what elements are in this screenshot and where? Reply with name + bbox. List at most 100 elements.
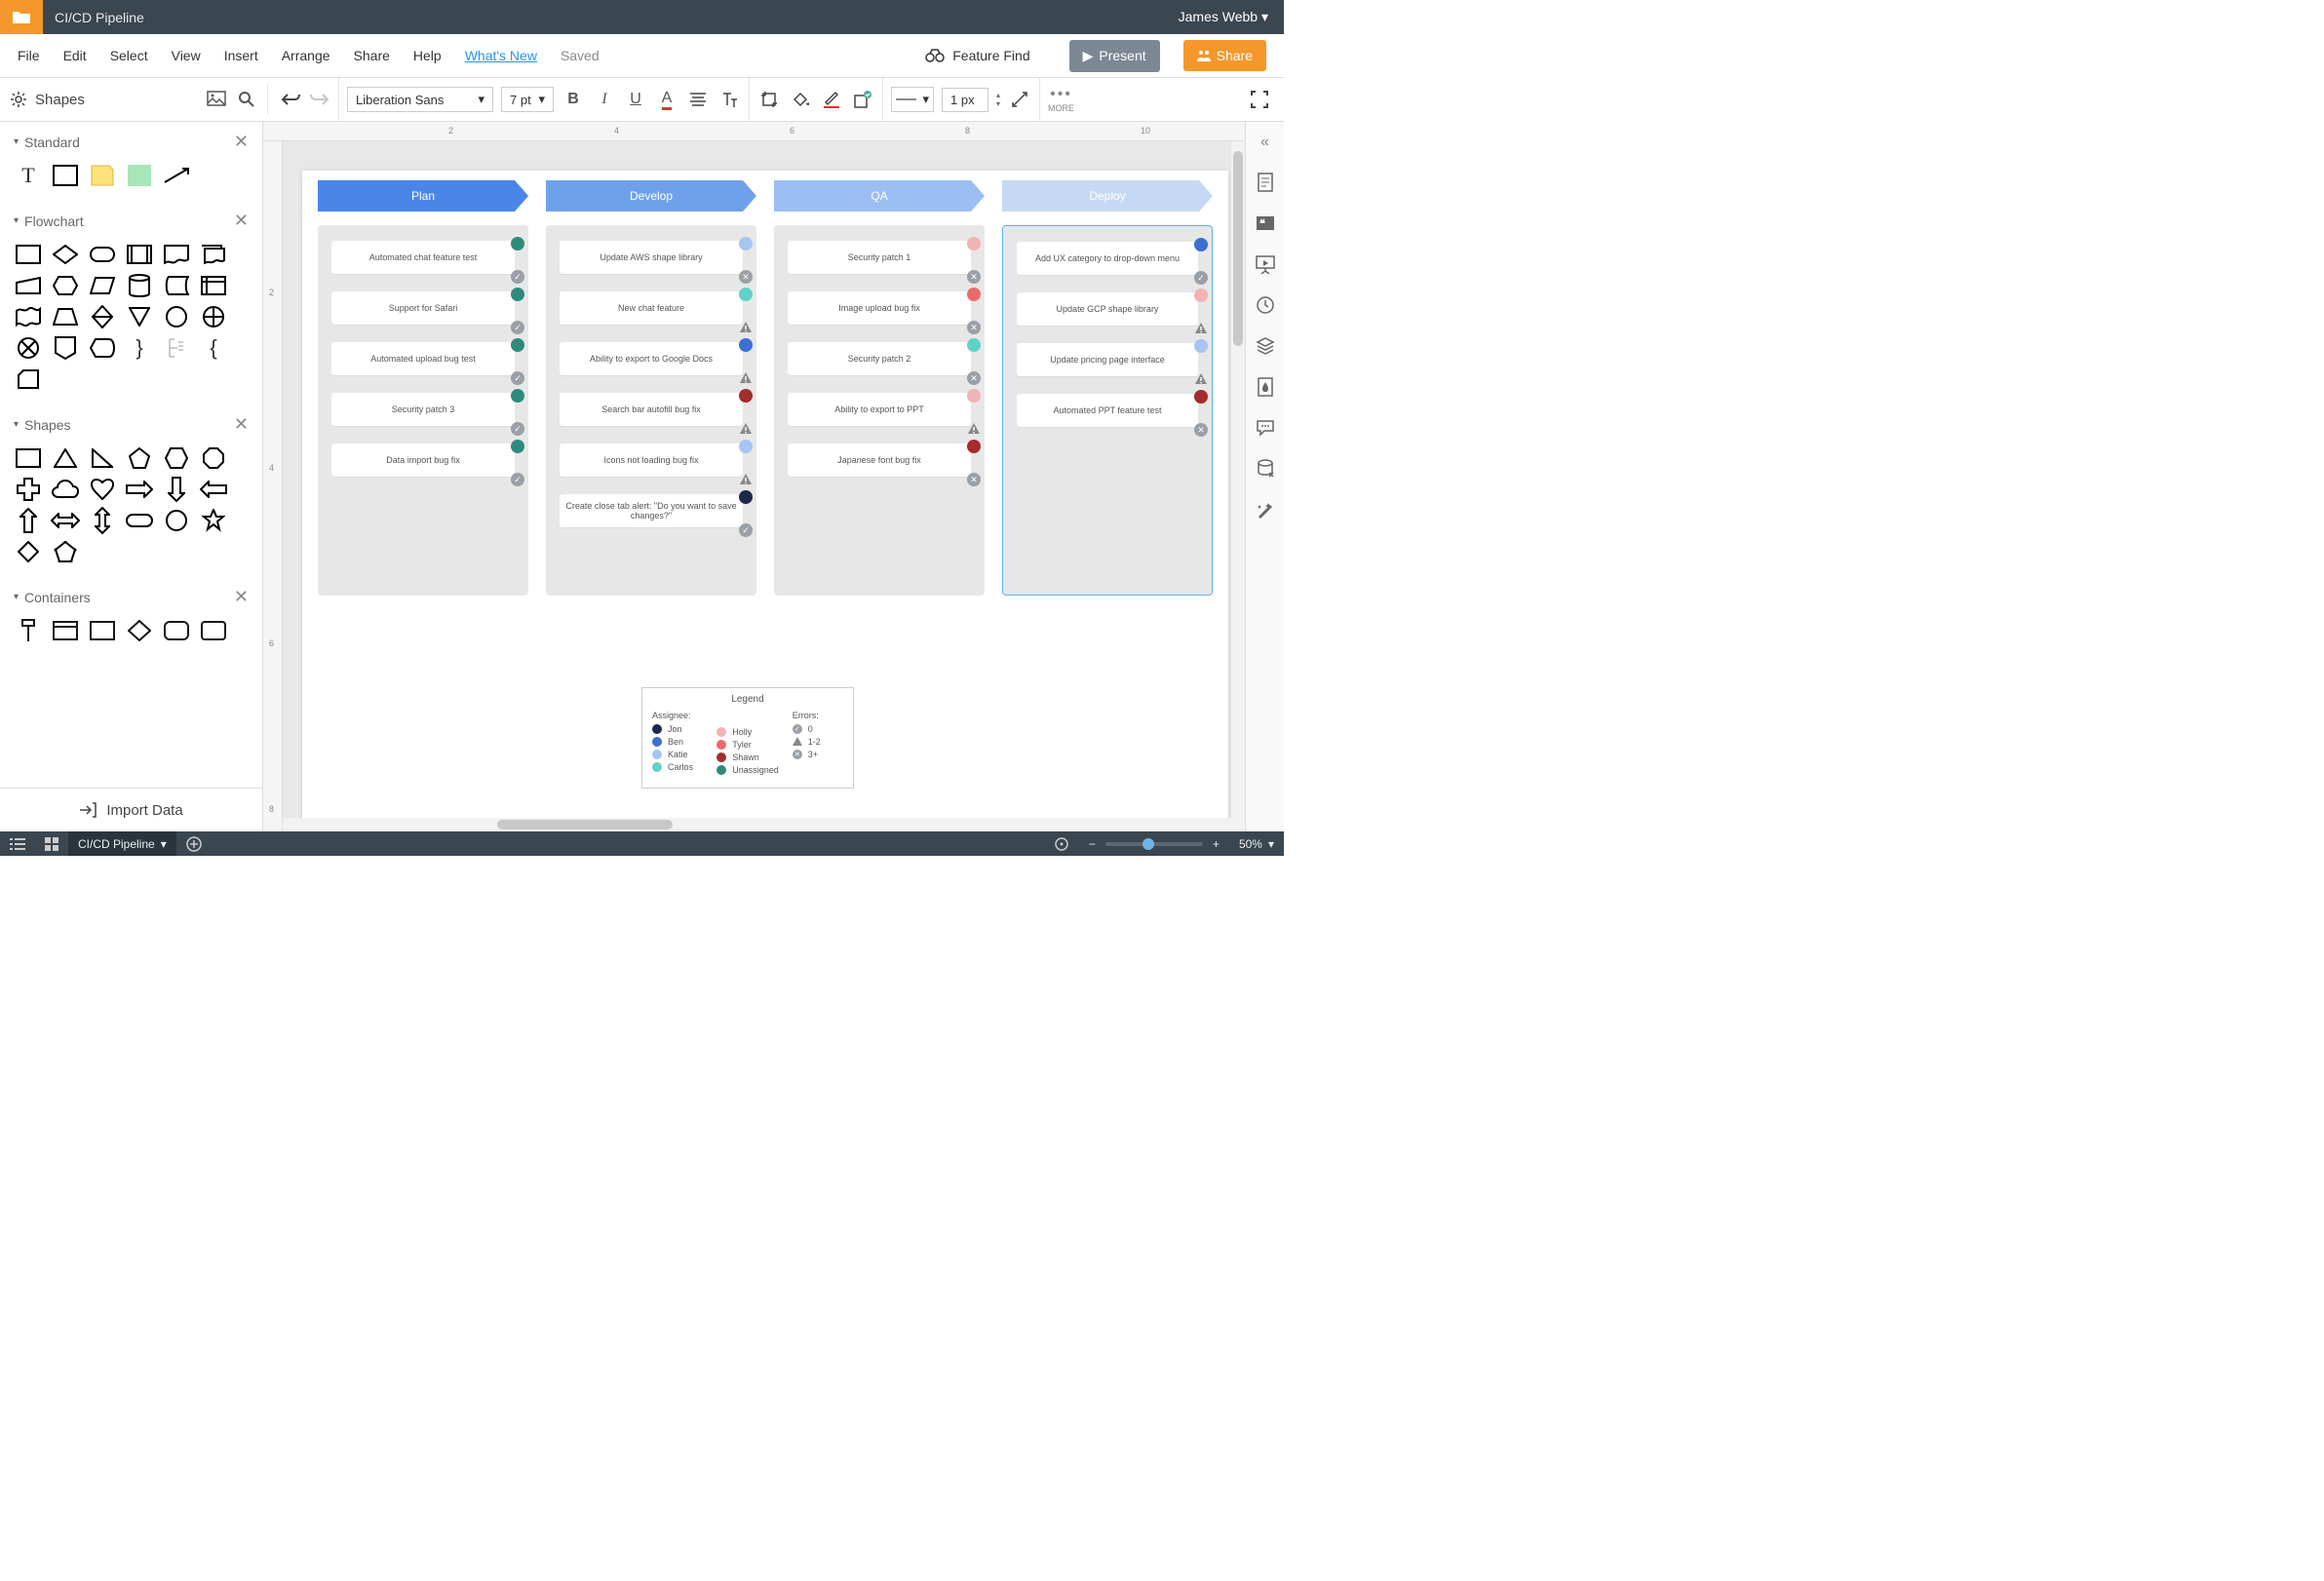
grid-view-icon[interactable] (35, 831, 68, 856)
underline-button[interactable]: U (624, 88, 647, 111)
kanban-card[interactable]: New chat feature (560, 291, 743, 325)
kanban-card[interactable]: Support for Safari✓ (331, 291, 515, 325)
menu-whats-new[interactable]: What's New (465, 48, 537, 63)
fc-summing[interactable] (199, 305, 228, 328)
fc-terminator[interactable] (88, 243, 117, 266)
menu-arrange[interactable]: Arrange (282, 48, 330, 63)
note-shape[interactable] (88, 164, 117, 187)
kanban-card[interactable]: Security patch 2✕ (788, 342, 971, 375)
user-menu[interactable]: James Webb ▾ (1179, 9, 1268, 25)
crop-button[interactable] (757, 88, 781, 111)
zoom-out-button[interactable]: − (1079, 831, 1105, 856)
fc-stored-data[interactable] (162, 274, 191, 297)
bs-cloud[interactable] (51, 478, 80, 501)
font-family-dropdown[interactable]: Liberation Sans▾ (347, 87, 493, 112)
bs-polygon[interactable] (51, 540, 80, 563)
kanban-card[interactable]: Update AWS shape library✕ (560, 241, 743, 274)
align-button[interactable] (686, 88, 710, 111)
page-icon[interactable] (1256, 173, 1275, 192)
menu-share[interactable]: Share (354, 48, 390, 63)
line-width-dropdown[interactable]: 1 px (942, 88, 988, 112)
kanban-card[interactable]: Ability to export to Google Docs (560, 342, 743, 375)
target-icon[interactable] (1044, 831, 1079, 856)
text-shape[interactable]: T (14, 164, 43, 187)
column-header-arrow[interactable]: Plan (318, 180, 528, 212)
fc-manual-input[interactable] (14, 274, 43, 297)
fc-display[interactable] (88, 336, 117, 360)
present-button[interactable]: ▶ Present (1069, 40, 1160, 72)
fc-note[interactable] (162, 336, 191, 360)
bs-octagon[interactable] (199, 446, 228, 470)
kanban-card[interactable]: Search bar autofill bug fix (560, 393, 743, 426)
redo-icon[interactable] (309, 92, 330, 107)
bs-arrow-right[interactable] (125, 478, 154, 501)
app-logo[interactable] (0, 0, 43, 34)
kanban-card[interactable]: Image upload bug fix✕ (788, 291, 971, 325)
comment-icon[interactable] (1256, 418, 1275, 438)
bs-double-v[interactable] (88, 509, 117, 532)
category-shapes[interactable]: ▾Shapes✕ (0, 405, 262, 441)
bs-triangle[interactable] (51, 446, 80, 470)
bold-button[interactable]: B (562, 88, 585, 111)
fc-sort[interactable] (88, 305, 117, 328)
fc-brace-open[interactable]: { (199, 336, 228, 360)
category-containers[interactable]: ▾Containers✕ (0, 577, 262, 613)
kanban-column[interactable]: Develop Update AWS shape library✕ New cha… (546, 180, 756, 596)
column-body[interactable]: Add UX category to drop-down menu✓Update… (1002, 225, 1213, 596)
italic-button[interactable]: I (593, 88, 616, 111)
ct-6[interactable] (199, 619, 228, 642)
fc-cylinder[interactable] (125, 274, 154, 297)
collapse-rail-icon[interactable]: « (1260, 134, 1269, 151)
fc-document[interactable] (162, 243, 191, 266)
bs-pentagon[interactable] (125, 446, 154, 470)
rect-shape[interactable] (51, 164, 80, 187)
document-tab[interactable]: CI/CD Pipeline ▾ (68, 831, 176, 856)
scroll-thumb[interactable] (497, 820, 673, 829)
more-button[interactable]: ••• MORE (1048, 86, 1074, 113)
bs-diamond2[interactable] (14, 540, 43, 563)
fc-predefined[interactable] (125, 243, 154, 266)
text-style-button[interactable] (717, 88, 741, 111)
document-title[interactable]: CI/CD Pipeline (55, 10, 144, 25)
zoom-in-button[interactable]: + (1203, 831, 1229, 856)
bs-star[interactable] (199, 509, 228, 532)
column-header-arrow[interactable]: Deploy (1002, 180, 1213, 212)
bs-heart[interactable] (88, 478, 117, 501)
column-header-arrow[interactable]: Develop (546, 180, 756, 212)
kanban-column[interactable]: Plan Automated chat feature test✓Support… (318, 180, 528, 596)
import-data-button[interactable]: Import Data (0, 788, 262, 831)
kanban-column[interactable]: Deploy Add UX category to drop-down menu… (1002, 180, 1213, 596)
bs-cross[interactable] (14, 478, 43, 501)
fc-hexagon[interactable] (51, 274, 80, 297)
ct-3[interactable] (88, 619, 117, 642)
ink-icon[interactable] (1256, 377, 1275, 397)
menu-edit[interactable]: Edit (63, 48, 87, 63)
fc-multiDoc[interactable] (199, 243, 228, 266)
border-color-button[interactable] (820, 88, 843, 111)
kanban-card[interactable]: Create close tab alert: "Do you want to … (560, 494, 743, 527)
ct-2[interactable] (51, 619, 80, 642)
search-icon[interactable] (238, 91, 255, 108)
line-style-dropdown[interactable]: ▾ (891, 87, 934, 112)
ct-5[interactable] (162, 619, 191, 642)
arrow-shape[interactable] (162, 164, 191, 187)
data-icon[interactable] (1256, 459, 1275, 479)
font-size-dropdown[interactable]: 7 pt▾ (501, 87, 554, 112)
quote-icon[interactable]: ❝ (1256, 213, 1275, 233)
connector-button[interactable] (1008, 88, 1031, 111)
fullscreen-icon[interactable] (1251, 91, 1268, 108)
bs-arrow-down[interactable] (162, 478, 191, 501)
image-icon[interactable] (207, 91, 226, 106)
kanban-card[interactable]: Add UX category to drop-down menu✓ (1017, 242, 1198, 275)
ct-4[interactable] (125, 619, 154, 642)
fc-diamond[interactable] (51, 243, 80, 266)
vertical-scrollbar[interactable] (1231, 141, 1245, 831)
fc-extract[interactable] (125, 305, 154, 328)
share-button[interactable]: Share (1183, 40, 1266, 71)
magic-icon[interactable] (1256, 500, 1275, 520)
list-view-icon[interactable] (0, 831, 35, 856)
ct-1[interactable] (14, 619, 43, 642)
add-page-button[interactable] (176, 831, 212, 856)
page[interactable]: Plan Automated chat feature test✓Support… (302, 171, 1228, 831)
bs-hexagon[interactable] (162, 446, 191, 470)
